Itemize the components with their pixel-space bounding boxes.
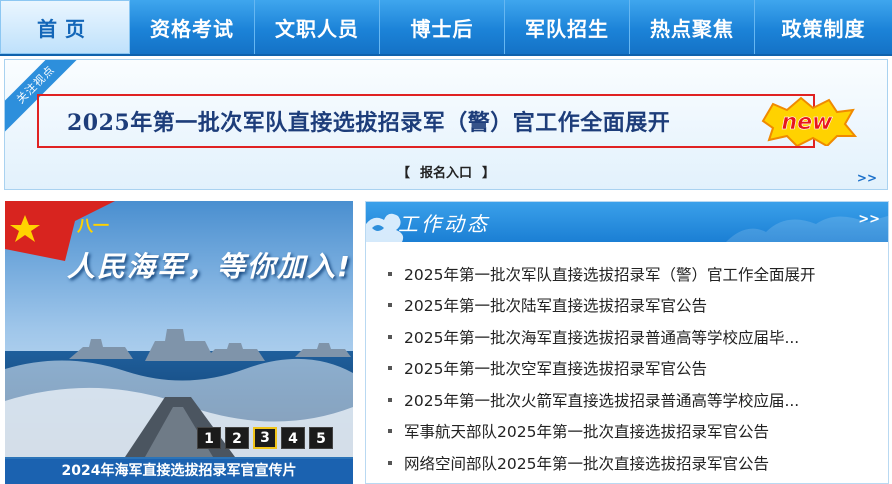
slider-page-5[interactable]: 5 xyxy=(309,427,333,449)
bullet-icon xyxy=(388,397,392,402)
news-list: 2025年第一批次军队直接选拔招录军（警）官工作全面展开 2025年第一批次陆军… xyxy=(388,258,815,479)
bullet-icon xyxy=(388,334,392,339)
nav-item-home[interactable]: 首页 xyxy=(0,0,130,54)
news-item-title: 2025年第一批次火箭军直接选拔招录普通高等学校应届... xyxy=(404,391,800,410)
signup-link[interactable]: 报名入口 xyxy=(420,166,472,181)
news-item-title: 2025年第一批次陆军直接选拔招录军官公告 xyxy=(404,297,707,316)
news-panel-title: 工作动态 xyxy=(398,212,490,236)
nav-item-policy[interactable]: 政策制度 xyxy=(755,0,892,54)
headline-link[interactable]: 2025年第一批次军队直接选拔招录军（警）官工作全面展开 xyxy=(37,94,815,148)
slider-page-2[interactable]: 2 xyxy=(225,427,249,449)
bullet-icon xyxy=(388,303,392,308)
flag-text: 八一 xyxy=(76,216,109,235)
news-panel-header: 工作动态 >> xyxy=(366,202,888,242)
nav-item-civilian-staff[interactable]: 文职人员 xyxy=(255,0,380,54)
slider-page-3[interactable]: 3 xyxy=(253,427,277,449)
bullet-icon xyxy=(388,429,392,434)
nav-item-military-admission[interactable]: 军队招生 xyxy=(505,0,630,54)
news-item[interactable]: 2025年第一批次陆军直接选拔招录军官公告 xyxy=(388,290,815,322)
news-item-title: 2025年第一批次海军直接选拔招录普通高等学校应届毕... xyxy=(404,328,800,347)
news-item[interactable]: 2025年第一批次空军直接选拔招录军官公告 xyxy=(388,353,815,385)
focus-banner: 关注视点 2025年第一批次军队直接选拔招录军（警）官工作全面展开 new 【报… xyxy=(4,59,888,190)
news-item-title: 网络空间部队2025年第一批次直接选拔招录军官公告 xyxy=(404,454,769,473)
image-slider[interactable]: 八一 人民海军，等你加入! 1 2 3 4 5 2024年海军直接选拔招录军官宣… xyxy=(5,201,353,484)
slider-caption[interactable]: 2024年海军直接选拔招录军官宣传片 xyxy=(5,459,353,484)
main-nav: 首页 资格考试 文职人员 博士后 军队招生 热点聚焦 政策制度 xyxy=(0,0,892,56)
news-more-link[interactable]: >> xyxy=(858,212,880,227)
slider-page-1[interactable]: 1 xyxy=(197,427,221,449)
slider-pagination: 1 2 3 4 5 xyxy=(197,427,333,449)
nav-item-postdoc[interactable]: 博士后 xyxy=(380,0,505,54)
bullet-icon xyxy=(388,460,392,465)
new-badge-icon: new xyxy=(761,96,857,146)
news-panel: 工作动态 >> 2025年第一批次军队直接选拔招录军（警）官工作全面展开 202… xyxy=(365,201,889,484)
signup-bracket-right: 】 xyxy=(482,166,496,181)
news-item[interactable]: 2025年第一批次火箭军直接选拔招录普通高等学校应届... xyxy=(388,384,815,416)
navy-poster-image: 八一 xyxy=(5,201,353,457)
signup-entry: 【报名入口】 xyxy=(5,162,887,181)
news-item-title: 2025年第一批次空军直接选拔招录军官公告 xyxy=(404,360,707,379)
news-item[interactable]: 2025年第一批次军队直接选拔招录军（警）官工作全面展开 xyxy=(388,258,815,290)
signup-bracket-left: 【 xyxy=(396,166,410,181)
news-item[interactable]: 网络空间部队2025年第一批次直接选拔招录军官公告 xyxy=(388,447,815,479)
news-item[interactable]: 2025年第一批次海军直接选拔招录普通高等学校应届毕... xyxy=(388,321,815,353)
slider-slogan: 人民海军，等你加入! xyxy=(67,250,352,283)
new-badge-text: new xyxy=(782,110,834,135)
news-item[interactable]: 军事航天部队2025年第一批次直接选拔招录军官公告 xyxy=(388,416,815,448)
bullet-icon xyxy=(388,366,392,371)
nav-item-hot-topics[interactable]: 热点聚焦 xyxy=(630,0,755,54)
news-item-title: 2025年第一批次军队直接选拔招录军（警）官工作全面展开 xyxy=(404,265,816,284)
headline-text: 2025年第一批次军队直接选拔招录军（警）官工作全面展开 xyxy=(67,110,671,136)
banner-more-link[interactable]: >> xyxy=(857,171,877,185)
slider-page-4[interactable]: 4 xyxy=(281,427,305,449)
nav-item-qualification-exam[interactable]: 资格考试 xyxy=(130,0,255,54)
bullet-icon xyxy=(388,271,392,276)
news-item-title: 军事航天部队2025年第一批次直接选拔招录军官公告 xyxy=(404,423,769,442)
